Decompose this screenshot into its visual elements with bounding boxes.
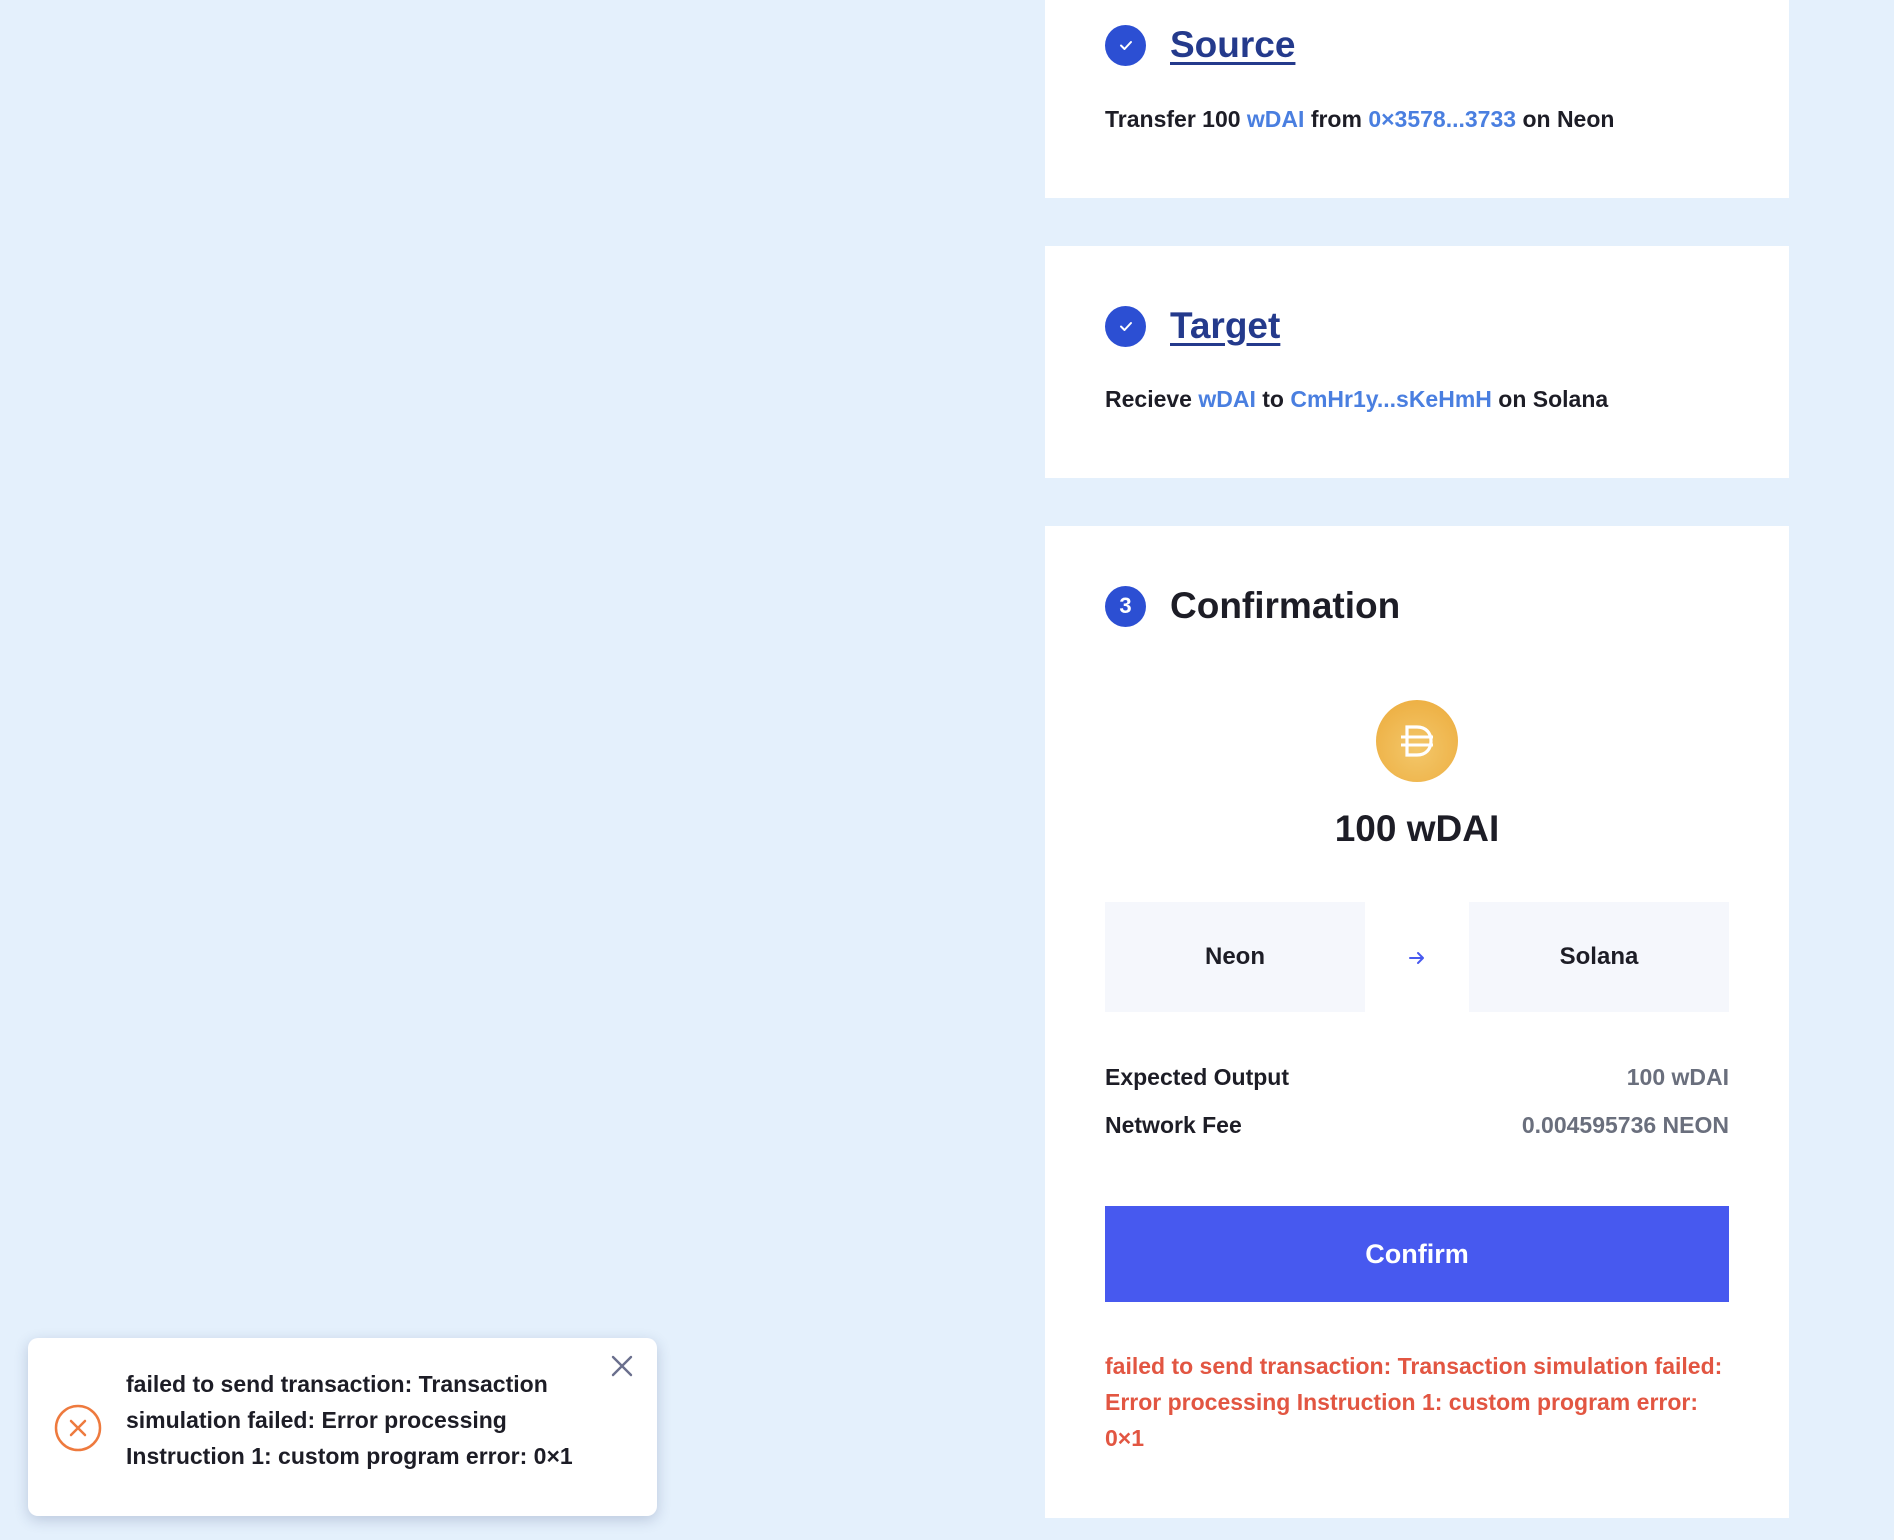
to-network-box: Solana [1469, 902, 1729, 1012]
source-description: Transfer 100 wDAI from 0×3578...3733 on … [1105, 106, 1614, 133]
confirmation-title: Confirmation [1170, 585, 1401, 626]
expected-output-value: 100 wDAI [1626, 1064, 1729, 1090]
toast-message: failed to send transaction: Transaction … [126, 1371, 573, 1469]
dai-symbol-icon [1401, 725, 1433, 757]
target-card: Target Recieve wDAI to CmHr1y...sKeHmH o… [1045, 246, 1789, 478]
confirmation-step-header: 3 Confirmation [1105, 585, 1400, 627]
token-amount: 100 wDAI [1334, 808, 1500, 849]
source-address-link[interactable]: 0×3578...3733 [1368, 106, 1516, 132]
target-desc-prefix: Recieve [1105, 386, 1192, 412]
source-token-link[interactable]: wDAI [1247, 106, 1305, 132]
target-title-link[interactable]: Target [1170, 305, 1280, 347]
step-number-badge: 3 [1105, 585, 1146, 627]
source-desc-prefix: Transfer 100 [1105, 106, 1241, 132]
target-token-link[interactable]: wDAI [1198, 386, 1256, 412]
error-message: failed to send transaction: Transaction … [1105, 1353, 1723, 1451]
network-fee-value: 0.004595736 NEON [1521, 1112, 1729, 1138]
network-fee-label: Network Fee [1105, 1112, 1242, 1138]
error-circle-icon [54, 1404, 102, 1452]
step-complete-badge [1105, 305, 1146, 347]
close-icon[interactable] [607, 1351, 637, 1381]
confirm-button[interactable]: Confirm [1105, 1206, 1729, 1302]
source-title-link[interactable]: Source [1170, 24, 1295, 66]
source-step-header: Source [1105, 24, 1295, 66]
target-network: on Solana [1498, 386, 1609, 412]
step-complete-badge [1105, 24, 1146, 66]
source-network: on Neon [1522, 106, 1615, 132]
source-from-word: from [1310, 106, 1362, 132]
expected-output-row: Expected Output 100 wDAI [1105, 1064, 1729, 1091]
target-step-header: Target [1105, 305, 1280, 347]
target-address-link[interactable]: CmHr1y...sKeHmH [1290, 386, 1492, 412]
target-description: Recieve wDAI to CmHr1y...sKeHmH on Solan… [1105, 386, 1608, 413]
target-to-word: to [1262, 386, 1284, 412]
check-icon [1119, 322, 1132, 331]
expected-output-label: Expected Output [1105, 1064, 1290, 1090]
check-icon [1119, 41, 1132, 50]
confirmation-card: 3 Confirmation 100 wDAI Neon Solana Expe… [1045, 526, 1789, 1518]
network-fee-row: Network Fee 0.004595736 NEON [1105, 1112, 1729, 1139]
arrow-right-icon [1409, 952, 1424, 964]
source-card: Source Transfer 100 wDAI from 0×3578...3… [1045, 0, 1789, 198]
dai-token-icon [1376, 700, 1458, 782]
from-network-box: Neon [1105, 902, 1365, 1012]
error-toast: failed to send transaction: Transaction … [28, 1338, 657, 1516]
